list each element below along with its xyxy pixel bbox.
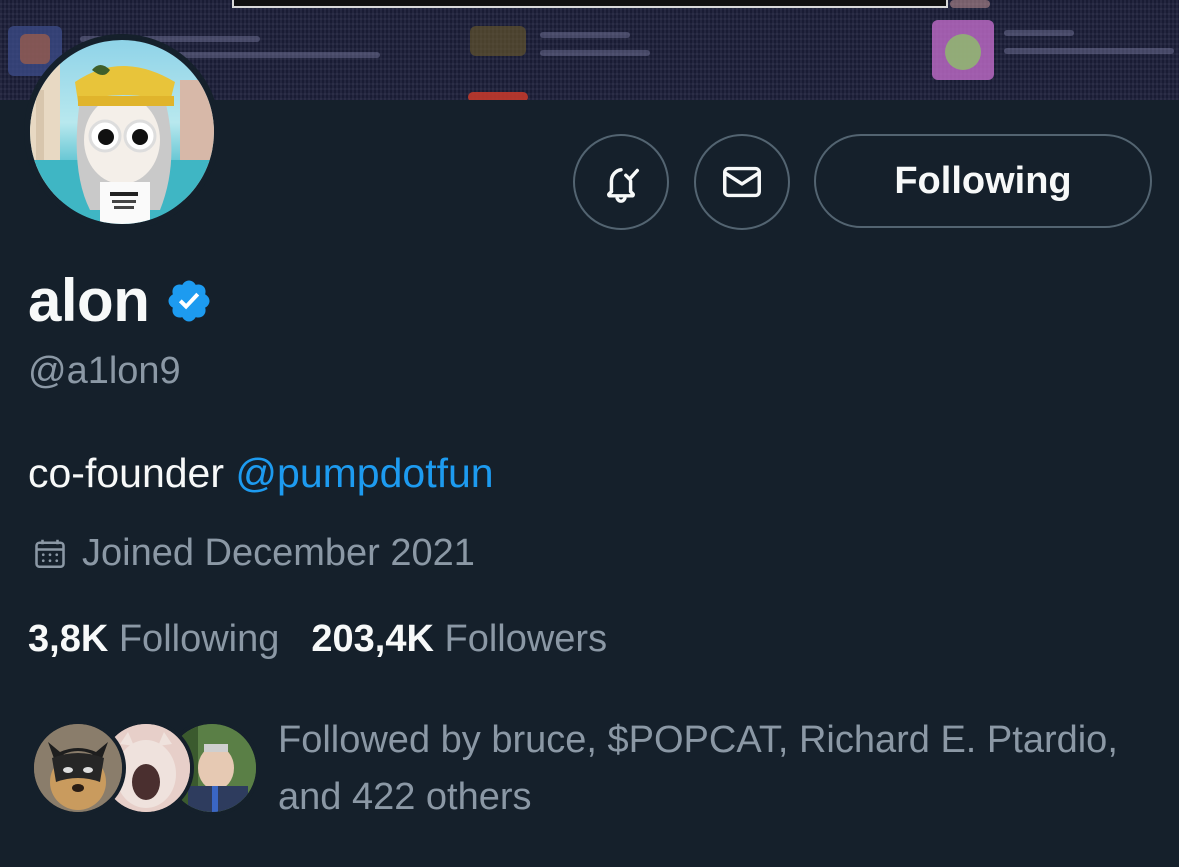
notifications-button[interactable] (573, 134, 669, 230)
following-button[interactable]: Following (814, 134, 1152, 228)
joined-date: Joined December 2021 (32, 532, 475, 575)
avatar-image (30, 40, 214, 224)
bio-text: co-founder (28, 450, 236, 496)
following-stat-link[interactable]: 3,8K Following (28, 618, 279, 661)
name-row: alon (28, 266, 213, 335)
verified-badge-icon[interactable] (165, 277, 213, 325)
following-count: 3,8K (28, 618, 109, 660)
message-button[interactable] (694, 134, 790, 230)
followers-stat-link[interactable]: 203,4K Followers (311, 618, 607, 661)
follower-avatar (30, 720, 126, 816)
joined-text: Joined December 2021 (82, 532, 475, 574)
followed-by-section[interactable]: Followed by bruce, $POPCAT, Richard E. P… (30, 718, 1160, 828)
mail-icon (723, 166, 761, 198)
followers-count: 203,4K (311, 618, 434, 660)
handle: @a1lon9 (28, 350, 181, 392)
avatar[interactable] (24, 34, 220, 230)
bio-mention-link[interactable]: @pumpdotfun (235, 450, 493, 496)
followed-by-text: Followed by bruce, $POPCAT, Richard E. P… (278, 719, 1118, 818)
profile-page: Following alon @a1lon9 co-founder @pumpd… (0, 0, 1179, 867)
calendar-icon (35, 539, 65, 568)
follow-stats: 3,8K Following 203,4K Followers (28, 618, 639, 661)
display-name: alon (28, 267, 150, 334)
bio: co-founder @pumpdotfun (28, 450, 494, 497)
following-label: Following (118, 618, 280, 660)
followers-label: Followers (444, 618, 608, 660)
bell-check-icon (607, 168, 640, 203)
